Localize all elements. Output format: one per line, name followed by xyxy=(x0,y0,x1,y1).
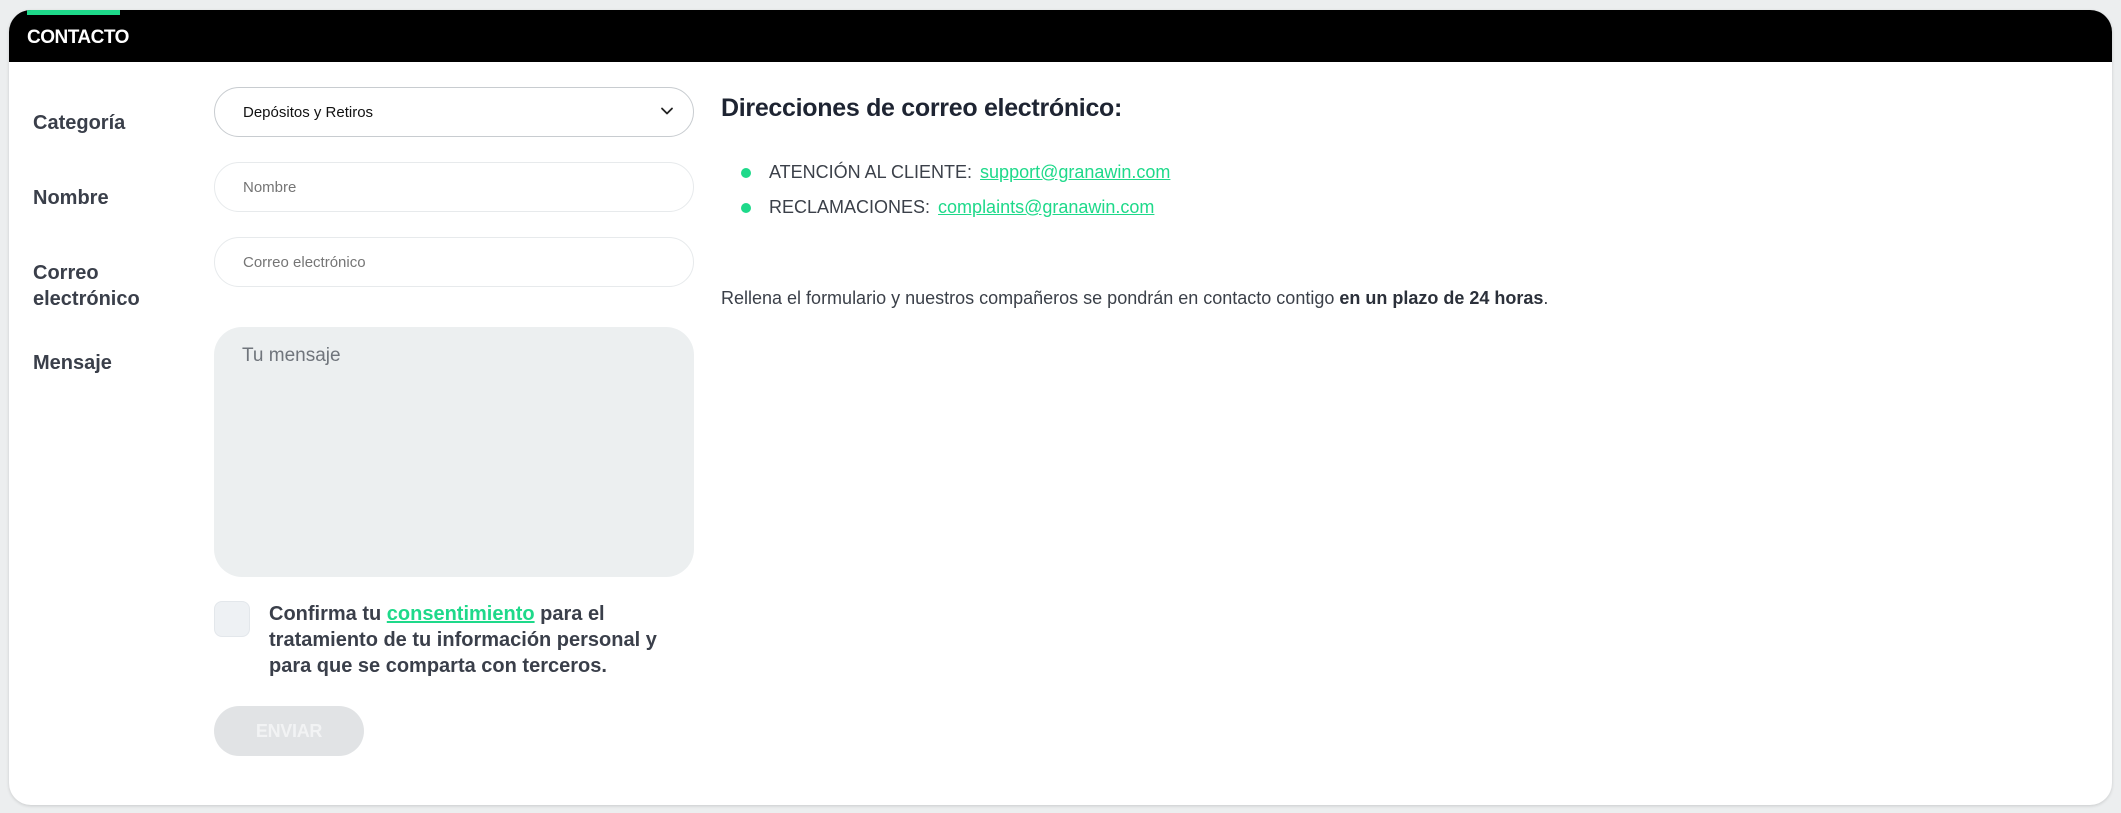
category-selected-value: Depósitos y Retiros xyxy=(243,103,374,121)
response-time-info: Rellena el formulario y nuestros compañe… xyxy=(721,288,1548,309)
message-textarea[interactable]: Tu mensaje xyxy=(214,327,694,577)
name-label: Nombre xyxy=(33,187,109,209)
consent-text: Confirma tu consentimiento para el trata… xyxy=(269,601,699,679)
category-label: Categoría xyxy=(33,112,126,134)
submit-button[interactable]: ENVIAR xyxy=(214,706,364,756)
complaints-email-link[interactable]: complaints@granawin.com xyxy=(938,197,1154,218)
name-input[interactable] xyxy=(214,162,694,212)
email-label: Correo electrónico xyxy=(33,262,140,310)
email-item-label: RECLAMACIONES: xyxy=(769,197,931,217)
email-item-support: ATENCIÓN AL CLIENTE: support@granawin.co… xyxy=(741,162,1170,183)
support-email-link[interactable]: support@granawin.com xyxy=(980,162,1170,183)
active-tab-indicator xyxy=(27,10,120,15)
email-item-complaints: RECLAMACIONES: complaints@granawin.com xyxy=(741,197,1154,218)
info-bold: en un plazo de 24 horas xyxy=(1339,288,1544,308)
email-item-label: ATENCIÓN AL CLIENTE: xyxy=(769,162,973,182)
contact-card: CONTACTO Categoría Depósitos y Retiros N… xyxy=(9,10,2112,805)
info-suffix: . xyxy=(1543,288,1549,308)
header-bar: CONTACTO xyxy=(9,10,2112,62)
chevron-down-icon xyxy=(661,107,673,115)
message-label: Mensaje xyxy=(33,352,112,374)
email-input[interactable] xyxy=(214,237,694,287)
emails-title: Direcciones de correo electrónico: xyxy=(721,94,1123,122)
bullet-icon xyxy=(741,167,751,178)
page-title[interactable]: CONTACTO xyxy=(27,27,129,49)
consent-prefix: Confirma tu xyxy=(269,603,387,625)
consent-link[interactable]: consentimiento xyxy=(387,603,535,625)
bullet-icon xyxy=(741,202,751,213)
category-select[interactable]: Depósitos y Retiros xyxy=(214,87,694,137)
consent-checkbox[interactable] xyxy=(214,601,250,637)
info-prefix: Rellena el formulario y nuestros compañe… xyxy=(721,288,1340,308)
